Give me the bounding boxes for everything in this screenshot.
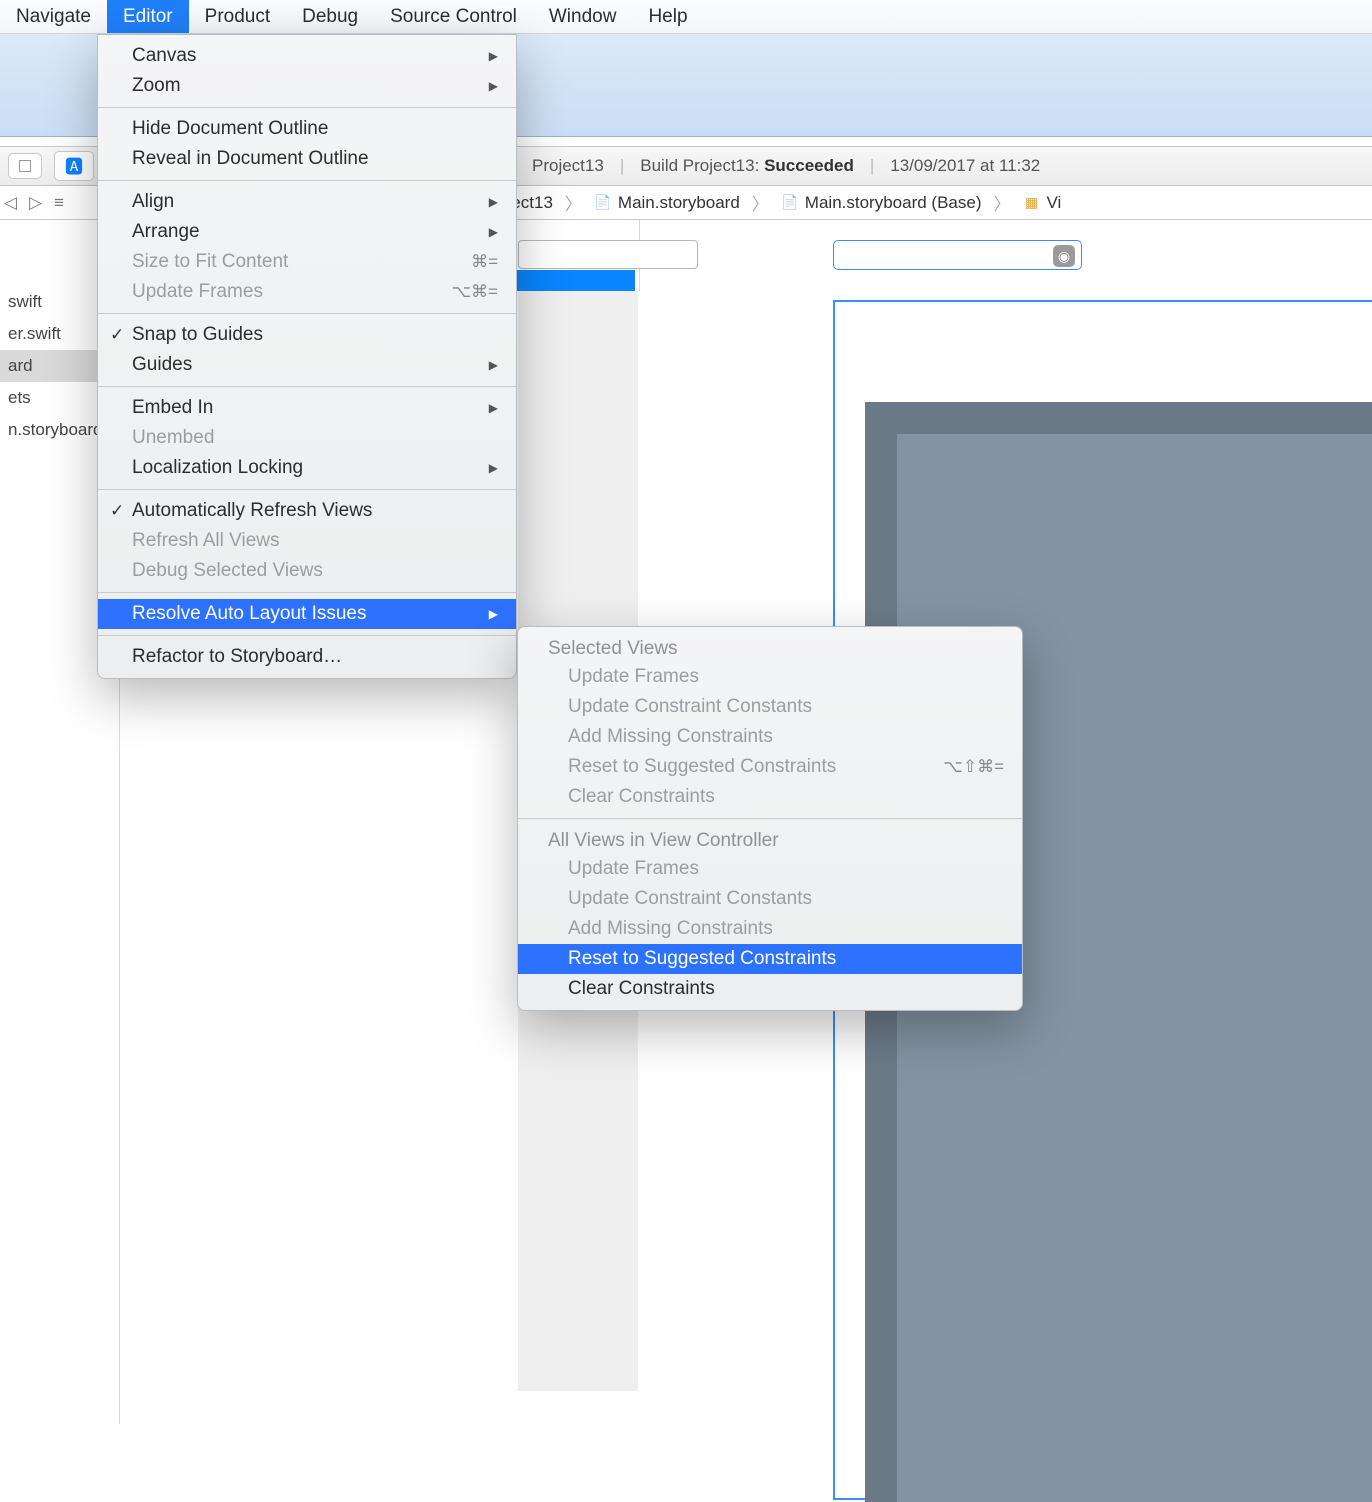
menu-item-automatically-refresh-views[interactable]: Automatically Refresh Views <box>98 496 516 526</box>
build-status: Project13 | Build Project13: Succeeded |… <box>514 151 1058 181</box>
menu-item-embed-in[interactable]: Embed In <box>98 393 516 423</box>
menu-item-size-to-fit-content: Size to Fit Content⌘= <box>98 247 516 277</box>
nav-arrows: ◁ ▷ ≡ <box>4 193 62 213</box>
submenu-item-update-constraint-constants: Update Constraint Constants <box>518 884 1022 914</box>
square-icon <box>19 160 31 172</box>
menu-item-localization-locking[interactable]: Localization Locking <box>98 453 516 483</box>
forward-icon[interactable]: ▷ <box>29 193 42 213</box>
menu-item-resolve-auto-layout-issues[interactable]: Resolve Auto Layout Issues <box>98 599 516 629</box>
submenu-item-add-missing-constraints: Add Missing Constraints <box>518 914 1022 944</box>
submenu-item-add-missing-constraints: Add Missing Constraints <box>518 722 1022 752</box>
menu-item-hide-document-outline[interactable]: Hide Document Outline <box>98 114 516 144</box>
submenu-section-header: All Views in View Controller <box>518 825 1022 854</box>
storyboard-file-icon: 📄 <box>594 194 612 212</box>
shortcut-label: ⌘= <box>471 252 498 272</box>
submenu-item-update-frames: Update Frames <box>518 854 1022 884</box>
menu-item-arrange[interactable]: Arrange <box>98 217 516 247</box>
back-icon[interactable]: ◁ <box>4 193 17 213</box>
resolve-auto-layout-submenu: Selected ViewsUpdate FramesUpdate Constr… <box>517 626 1023 1011</box>
menu-item-refactor-to-storyboard[interactable]: Refactor to Storyboard… <box>98 642 516 672</box>
submenu-item-clear-constraints[interactable]: Clear Constraints <box>518 974 1022 1004</box>
menu-item-reveal-in-document-outline[interactable]: Reveal in Document Outline <box>98 144 516 174</box>
list-icon[interactable]: ≡ <box>54 193 62 213</box>
menu-help[interactable]: Help <box>632 0 703 33</box>
submenu-item-reset-to-suggested-constraints: Reset to Suggested Constraints⌥⇧⌘= <box>518 752 1022 782</box>
menu-item-guides[interactable]: Guides <box>98 350 516 380</box>
menu-editor[interactable]: Editor <box>107 0 189 33</box>
menu-item-align[interactable]: Align <box>98 187 516 217</box>
scene-label-field[interactable]: ◉ <box>833 240 1082 270</box>
scene-badge-icon: ◉ <box>1053 245 1075 267</box>
menu-separator <box>98 386 516 387</box>
shortcut-label: ⌥⌘= <box>451 282 498 302</box>
menu-debug[interactable]: Debug <box>286 0 374 33</box>
menu-item-snap-to-guides[interactable]: Snap to Guides <box>98 320 516 350</box>
toolbar-project-button[interactable]: 🅰 <box>54 151 94 181</box>
status-divider: | <box>620 156 624 176</box>
toolbar-button-left[interactable] <box>8 153 42 179</box>
chevron-right-icon: 〉 <box>987 190 1016 215</box>
menu-item-zoom[interactable]: Zoom <box>98 71 516 101</box>
crumb-storyboard-base[interactable]: 📄 Main.storyboard (Base) <box>775 193 988 213</box>
shortcut-label: ⌥⇧⌘= <box>943 757 1004 777</box>
outline-row[interactable] <box>518 240 698 269</box>
menu-separator <box>98 313 516 314</box>
chevron-right-icon: 〉 <box>559 190 588 215</box>
submenu-item-update-constraint-constants: Update Constraint Constants <box>518 692 1022 722</box>
editor-dropdown: CanvasZoom Hide Document OutlineReveal in… <box>97 34 517 679</box>
menu-item-update-frames: Update Frames⌥⌘= <box>98 277 516 307</box>
menu-separator <box>98 107 516 108</box>
menubar: Navigate Editor Product Debug Source Con… <box>0 0 1372 34</box>
menu-separator <box>98 592 516 593</box>
menu-separator <box>98 180 516 181</box>
menu-product[interactable]: Product <box>189 0 286 33</box>
menu-item-refresh-all-views: Refresh All Views <box>98 526 516 556</box>
status-divider: | <box>870 156 874 176</box>
chevron-right-icon: 〉 <box>746 190 775 215</box>
submenu-item-reset-to-suggested-constraints[interactable]: Reset to Suggested Constraints <box>518 944 1022 974</box>
xcode-app-icon: 🅰 <box>65 153 83 179</box>
menu-separator <box>98 489 516 490</box>
menu-separator <box>518 818 1022 819</box>
status-project: Project13 <box>532 156 604 176</box>
menu-item-unembed: Unembed <box>98 423 516 453</box>
scene-icon: ▦ <box>1022 194 1040 212</box>
submenu-item-update-frames: Update Frames <box>518 662 1022 692</box>
menu-source-control[interactable]: Source Control <box>374 0 533 33</box>
menu-window[interactable]: Window <box>533 0 633 33</box>
menu-item-canvas[interactable]: Canvas <box>98 41 516 71</box>
menu-separator <box>98 635 516 636</box>
status-time: 13/09/2017 at 11:32 <box>890 156 1040 176</box>
crumb-storyboard[interactable]: 📄 Main.storyboard <box>588 193 746 213</box>
menu-navigate[interactable]: Navigate <box>0 0 107 33</box>
status-action: Build Project13: Succeeded <box>640 156 854 176</box>
crumb-scene[interactable]: ▦ Vi <box>1016 193 1067 213</box>
submenu-section-header: Selected Views <box>518 633 1022 662</box>
submenu-item-clear-constraints: Clear Constraints <box>518 782 1022 812</box>
menu-item-debug-selected-views: Debug Selected Views <box>98 556 516 586</box>
storyboard-file-icon: 📄 <box>781 194 799 212</box>
